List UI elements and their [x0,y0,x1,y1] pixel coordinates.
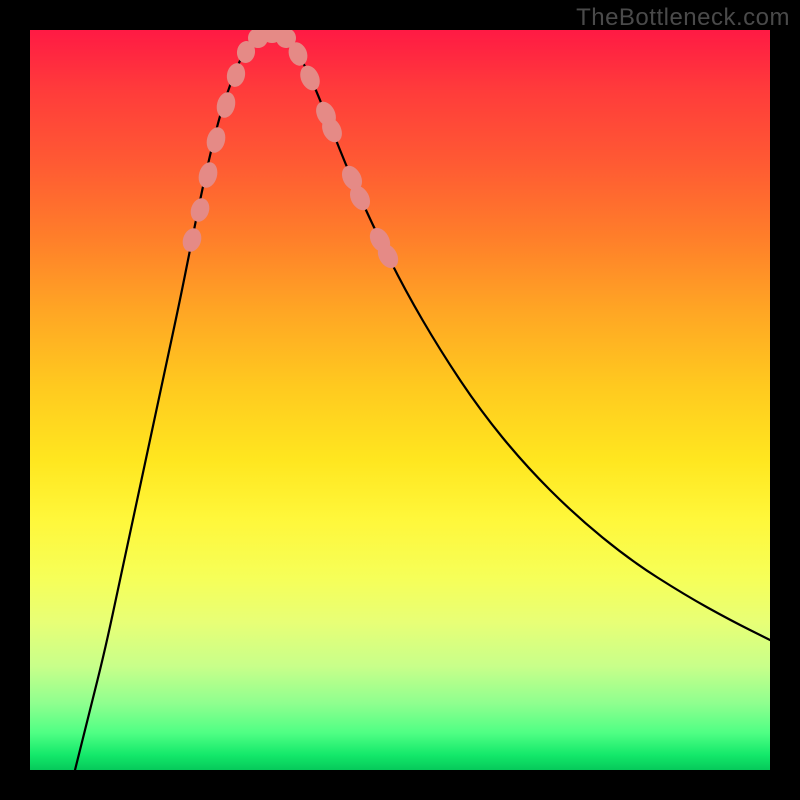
data-marker [204,125,228,155]
chart-frame: TheBottleneck.com [0,0,800,800]
bottleneck-curve [75,32,770,770]
data-markers [180,30,403,272]
data-marker [180,226,205,254]
curve-svg [30,30,770,770]
plot-area [30,30,770,770]
watermark-text: TheBottleneck.com [576,4,790,32]
data-marker [225,61,248,88]
data-marker [214,90,238,120]
data-marker [296,62,323,93]
data-marker [188,196,213,224]
data-marker [196,160,220,190]
